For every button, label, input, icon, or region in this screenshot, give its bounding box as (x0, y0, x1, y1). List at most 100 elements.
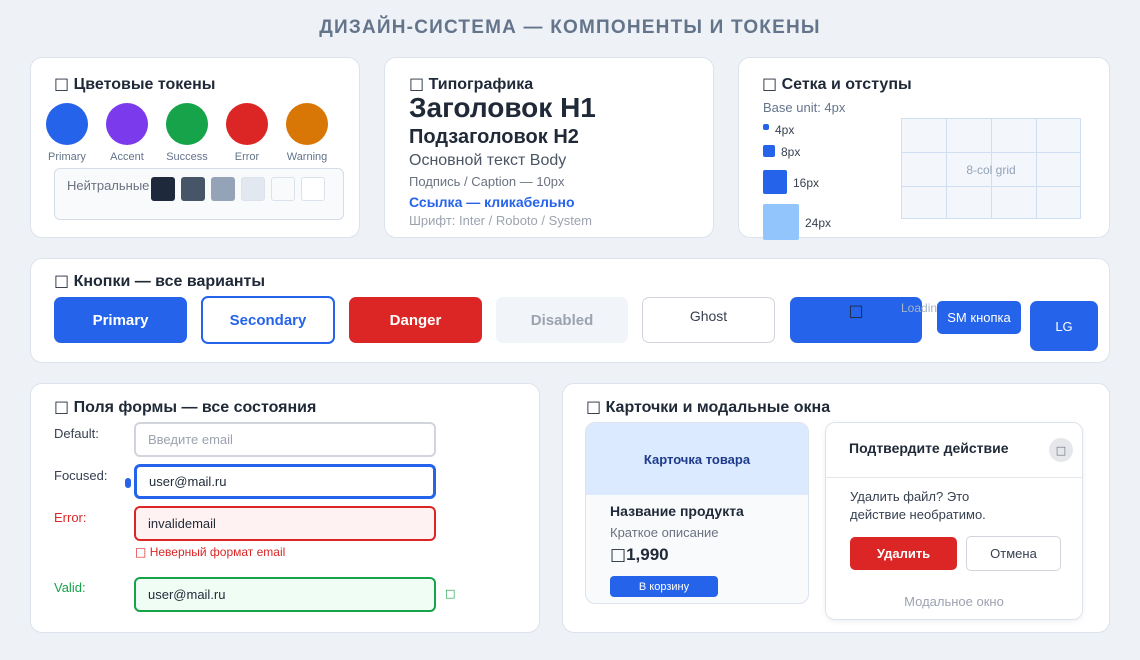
valid-value: user@mail.ru (148, 587, 226, 602)
large-button[interactable]: LG (1030, 301, 1098, 351)
neutral-chip-3 (211, 177, 235, 201)
spacing-24-label: 24px (805, 216, 832, 230)
font-stack: Шрифт: Inter / Roboto / System (409, 213, 592, 228)
primary-button[interactable]: Primary (54, 297, 187, 343)
swatch-error (226, 103, 268, 145)
secondary-button[interactable]: Secondary (201, 296, 335, 344)
swatch-warning (286, 103, 328, 145)
modal-message-line-2: действие необратимо. (850, 507, 986, 522)
card-icon: □ (586, 397, 602, 416)
ghost-button[interactable]: Ghost (642, 297, 775, 343)
product-name: Название продукта (610, 503, 744, 519)
spacing-4-square (763, 124, 769, 130)
product-description: Краткое описание (610, 525, 719, 540)
focused-email-input[interactable]: user@mail.ru (134, 464, 436, 499)
confirm-modal: Подтвердите действие □ Удалить файл? Это… (825, 422, 1083, 620)
neutral-chip-6 (301, 177, 325, 201)
product-card[interactable]: Карточка товара Название продукта Кратко… (585, 422, 809, 604)
error-label: Error: (54, 510, 87, 525)
spacing-4-label: 4px (775, 123, 795, 137)
sample-h2: Подзаголовок H2 (409, 126, 579, 148)
spacing-card: □ Сетка и отступы Base unit: 4px 4px 8px… (738, 57, 1110, 240)
cards-title: □ Карточки и модальные окна (586, 397, 830, 417)
buttons-title-text: Кнопки — все варианты (73, 273, 266, 290)
default-label: Default: (54, 426, 99, 441)
grid-label: 8-col grid (966, 163, 1016, 177)
typography-title: □ Типографика (409, 74, 533, 94)
page-title: ДИЗАЙН-СИСТЕМА — КОМПОНЕНТЫ И ТОКЕНЫ (319, 17, 821, 38)
default-email-input[interactable]: Введите email (134, 422, 436, 457)
valid-label: Valid: (54, 580, 86, 595)
swatch-accent (106, 103, 148, 145)
neutral-label: Нейтральные (67, 178, 150, 193)
form-title: □ Поля формы — все состояния (54, 397, 316, 417)
color-tokens-title-text: Цветовые токены (73, 76, 216, 93)
small-button[interactable]: SM кнопка (937, 301, 1021, 334)
modal-close-button[interactable]: □ (1049, 438, 1073, 462)
ghost-button-label: Ghost (689, 308, 728, 324)
spacing-8-label: 8px (781, 145, 801, 159)
form-title-text: Поля формы — все состояния (73, 399, 317, 416)
error-email-input[interactable]: invalidemail (134, 506, 436, 541)
form-icon: □ (54, 397, 70, 416)
modal-delete-button[interactable]: Удалить (850, 537, 957, 570)
typography-card: □ Типографика Заголовок H1 Подзаголовок … (384, 57, 714, 238)
text-icon: □ (409, 74, 425, 93)
modal-title: Подтвердите действие (849, 440, 1009, 456)
currency-icon: □ (610, 545, 627, 565)
spacing-16-label: 16px (793, 176, 820, 190)
cards-title-text: Карточки и модальные окна (605, 399, 831, 416)
typography-title-text: Типографика (428, 76, 534, 93)
spacing-title-text: Сетка и отступы (781, 76, 912, 93)
ruler-icon: □ (762, 74, 778, 93)
neutral-chip-1 (151, 177, 175, 201)
base-unit-label: Base unit: 4px (763, 100, 846, 115)
sample-link[interactable]: Ссылка — кликабельно (409, 194, 575, 210)
palette-icon: □ (54, 74, 70, 93)
spinner-icon: □ (848, 301, 864, 320)
button-icon: □ (54, 271, 70, 290)
layout-grid: 8-col grid (901, 118, 1081, 219)
spacing-16-square (763, 170, 787, 194)
valid-email-input[interactable]: user@mail.ru (134, 577, 436, 612)
product-card-image: Карточка товара (586, 423, 808, 495)
form-fields-card: □ Поля формы — все состояния Default: Вв… (30, 383, 540, 633)
product-price: □1,990 (610, 545, 669, 565)
check-icon: □ (445, 587, 456, 600)
modal-message-line-1: Удалить файл? Это (850, 489, 970, 504)
disabled-button: Disabled (496, 297, 628, 343)
spacing-title: □ Сетка и отступы (762, 74, 912, 94)
sample-caption: Подпись / Caption — 10px (409, 174, 565, 189)
swatch-label-warning: Warning (286, 151, 328, 163)
modal-cancel-button[interactable]: Отмена (966, 536, 1061, 571)
error-message-text: Неверный формат email (149, 545, 286, 559)
warning-icon: □ (135, 545, 147, 559)
neutral-chip-2 (181, 177, 205, 201)
focused-label: Focused: (54, 468, 108, 483)
add-to-cart-button[interactable]: В корзину (610, 576, 718, 597)
buttons-card: □ Кнопки — все варианты Primary Secondar… (30, 258, 1110, 363)
close-icon: □ (1055, 443, 1067, 457)
product-price-value: 1,990 (626, 545, 669, 564)
buttons-title: □ Кнопки — все варианты (54, 271, 265, 291)
swatch-success (166, 103, 208, 145)
neutral-chip-5 (271, 177, 295, 201)
neutral-palette: Нейтральные (54, 168, 344, 220)
modal-divider (826, 477, 1082, 478)
sample-body: Основной текст Body (409, 152, 567, 169)
cards-modals-card: □ Карточки и модальные окна Карточка тов… (562, 383, 1110, 633)
focus-indicator (125, 478, 131, 488)
error-value: invalidemail (148, 516, 216, 531)
color-tokens-card: □ Цветовые токены Primary Accent Success Er… (30, 57, 360, 238)
neutral-chip-4 (241, 177, 265, 201)
danger-button[interactable]: Danger (349, 297, 482, 343)
focused-value: user@mail.ru (149, 474, 227, 489)
error-message: □ Неверный формат email (135, 545, 285, 559)
color-tokens-title: □ Цветовые токены (54, 74, 215, 94)
spacing-8-square (763, 145, 775, 157)
default-placeholder: Введите email (148, 432, 233, 447)
swatch-primary (46, 103, 88, 145)
spacing-24-square (763, 204, 799, 240)
sample-h1: Заголовок H1 (409, 92, 596, 123)
modal-footer-label: Модальное окно (904, 594, 1004, 609)
